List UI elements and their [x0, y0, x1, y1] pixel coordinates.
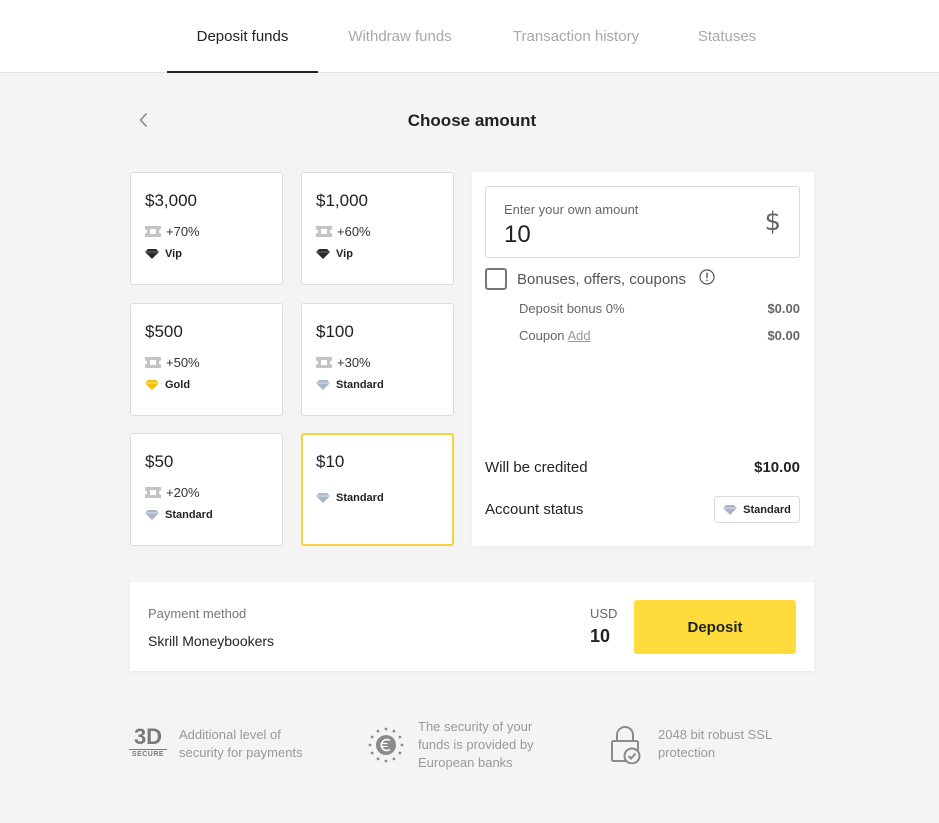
status-row: Standard	[316, 492, 384, 504]
lock-check-icon	[611, 726, 641, 764]
amount-card-10[interactable]: $10 Standard	[301, 433, 454, 546]
bonuses-label[interactable]: Bonuses, offers, coupons	[517, 271, 686, 288]
diamond-standard-icon	[723, 504, 738, 515]
security-text: 2048 bit robust SSL protection	[658, 726, 772, 762]
security-line: 2048 bit robust SSL	[658, 727, 773, 742]
custom-amount-label: Enter your own amount	[504, 202, 639, 217]
bonus-percent: +50%	[166, 355, 200, 370]
bonuses-checkbox[interactable]	[485, 268, 507, 290]
bonus-row: +50%	[145, 355, 200, 370]
coupon-value: $0.00	[767, 328, 800, 343]
payment-method-value: Skrill Moneybookers	[148, 633, 275, 649]
amount-value: $500	[145, 322, 183, 341]
account-status-label: Account status	[485, 501, 584, 518]
diamond-standard-icon	[316, 380, 330, 390]
security-item-european-banks: The security of your funds is provided b…	[367, 718, 534, 772]
account-status-badge: Standard	[714, 496, 800, 523]
tab-statuses[interactable]: Statuses	[682, 0, 772, 73]
security-line: The security of your	[418, 719, 533, 734]
status-row: Gold	[145, 379, 190, 391]
deposit-bonus-value: $0.00	[767, 301, 800, 316]
status-name: Standard	[336, 379, 384, 391]
3d-secure-icon: 3D SECURE	[129, 726, 167, 758]
tab-bar: Deposit funds Withdraw funds Transaction…	[0, 0, 939, 73]
amount-value: $3,000	[145, 191, 197, 210]
security-line: protection	[658, 745, 716, 760]
security-line: European banks	[418, 755, 513, 770]
ticket-icon	[316, 357, 332, 368]
info-icon[interactable]	[699, 269, 715, 285]
amount-card-100[interactable]: $100 +30% Standard	[301, 303, 454, 416]
bonus-percent: +60%	[337, 224, 371, 239]
coupon-row: Coupon Add $0.00	[519, 328, 800, 343]
tab-transaction-history[interactable]: Transaction history	[490, 0, 662, 73]
3d-secure-badge-main: 3D	[133, 724, 163, 749]
ticket-icon	[145, 357, 161, 368]
dollar-icon: $	[764, 207, 781, 237]
custom-amount-box[interactable]: Enter your own amount $	[485, 186, 800, 258]
deposit-bonus-row: Deposit bonus 0% $0.00	[519, 301, 800, 316]
payment-amount: 10	[590, 626, 611, 646]
bonus-percent: +70%	[166, 224, 200, 239]
diamond-vip-icon	[316, 249, 330, 259]
diamond-standard-icon	[145, 510, 159, 520]
security-line: security for payments	[179, 745, 303, 760]
deposit-button[interactable]: Deposit	[634, 600, 796, 654]
bonus-row: +20%	[145, 485, 200, 500]
custom-amount-input[interactable]	[504, 221, 744, 249]
account-status-value: Standard	[743, 503, 791, 516]
tab-withdraw-funds[interactable]: Withdraw funds	[330, 0, 470, 73]
security-text: Additional level of security for payment…	[179, 726, 303, 762]
status-name: Vip	[336, 248, 353, 260]
payment-bar: Payment method Skrill Moneybookers USD 1…	[130, 582, 814, 671]
security-item-3d-secure: 3D SECURE Additional level of security f…	[129, 718, 303, 762]
status-row: Vip	[316, 248, 353, 260]
status-name: Vip	[165, 248, 182, 260]
amount-value: $10	[316, 452, 345, 471]
payment-method-label: Payment method	[148, 606, 247, 621]
status-name: Standard	[336, 492, 384, 504]
amount-card-3000[interactable]: $3,000 +70% Vip	[130, 172, 283, 285]
amount-value: $1,000	[316, 191, 368, 210]
coupon-label: Coupon	[519, 328, 568, 343]
tab-deposit-funds[interactable]: Deposit funds	[167, 0, 318, 73]
security-line: funds is provided by	[418, 737, 534, 752]
back-button[interactable]	[134, 110, 154, 130]
security-text: The security of your funds is provided b…	[418, 718, 534, 772]
amount-summary-panel: Enter your own amount $ Bonuses, offers,…	[472, 172, 814, 546]
deposit-bonus-label: Deposit bonus 0%	[519, 301, 625, 316]
bonus-row: +60%	[316, 224, 371, 239]
bonus-row: +30%	[316, 355, 371, 370]
amount-value: $100	[316, 322, 354, 341]
status-name: Gold	[165, 379, 191, 391]
status-name: Standard	[165, 509, 213, 521]
credited-value: $10.00	[754, 459, 800, 476]
credited-label: Will be credited	[485, 459, 588, 476]
security-line: Additional level of	[179, 727, 281, 742]
currency-label: USD	[590, 606, 618, 621]
diamond-gold-icon	[145, 380, 159, 390]
bonus-row: +70%	[145, 224, 200, 239]
status-row: Standard	[316, 379, 384, 391]
coupon-add-link[interactable]: Add	[567, 328, 590, 343]
diamond-vip-icon	[145, 249, 159, 259]
euro-stars-icon	[368, 727, 404, 763]
amount-card-50[interactable]: $50 +20% Standard	[130, 433, 283, 546]
ticket-icon	[145, 487, 161, 498]
amount-card-1000[interactable]: $1,000 +60% Vip	[301, 172, 454, 285]
bonus-percent: +30%	[337, 355, 371, 370]
security-item-ssl: 2048 bit robust SSL protection	[610, 718, 772, 764]
amount-card-500[interactable]: $500 +50% Gold	[130, 303, 283, 416]
active-tab-indicator	[167, 71, 318, 73]
chevron-left-icon	[139, 112, 148, 128]
ticket-icon	[316, 226, 332, 237]
status-row: Standard	[145, 509, 213, 521]
3d-secure-badge-sub: SECURE	[129, 749, 167, 758]
status-row: Vip	[145, 248, 182, 260]
diamond-standard-icon	[316, 493, 330, 503]
page-title: Choose amount	[407, 111, 537, 130]
ticket-icon	[145, 226, 161, 237]
bonus-percent: +20%	[166, 485, 200, 500]
amount-value: $50	[145, 452, 174, 471]
